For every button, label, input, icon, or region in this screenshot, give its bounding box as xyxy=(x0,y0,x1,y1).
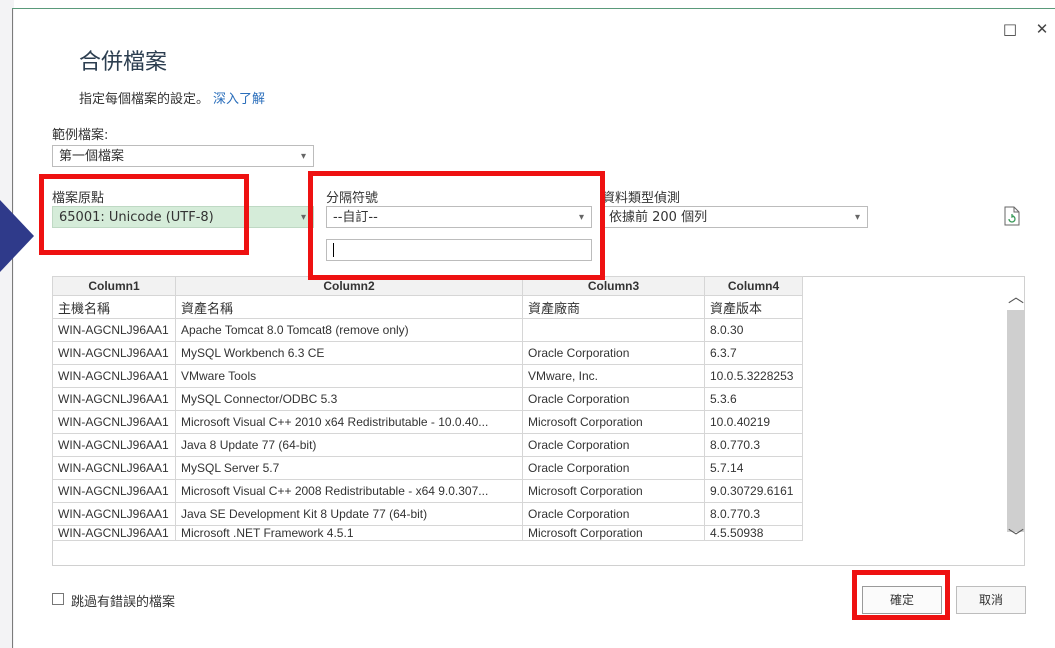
table-row: WIN-AGCNLJ96AA1 Java SE Development Kit … xyxy=(52,502,803,526)
type-detection-select[interactable]: 依據前 200 個列 ▾ xyxy=(602,206,868,228)
table-cell: Microsoft Corporation xyxy=(522,410,705,434)
type-detection-value: 依據前 200 個列 xyxy=(609,210,708,225)
table-cell: 10.0.5.3228253 xyxy=(704,364,803,388)
refresh-icon[interactable] xyxy=(1003,206,1021,226)
table-row: WIN-AGCNLJ96AA1 Microsoft Visual C++ 201… xyxy=(52,410,803,434)
column-header[interactable]: Column4 xyxy=(704,276,803,296)
sample-file-value: 第一個檔案 xyxy=(59,149,125,164)
cancel-button[interactable]: 取消 xyxy=(956,586,1026,614)
table-cell: Oracle Corporation xyxy=(522,433,705,457)
table-row: WIN-AGCNLJ96AA1 MySQL Connector/ODBC 5.3… xyxy=(52,387,803,411)
table-cell: Microsoft Visual C++ 2010 x64 Redistribu… xyxy=(175,410,523,434)
table-cell: 資產名稱 xyxy=(175,295,523,319)
table-cell: Oracle Corporation xyxy=(522,387,705,411)
table-row: WIN-AGCNLJ96AA1 Java 8 Update 77 (64-bit… xyxy=(52,433,803,457)
table-cell: WIN-AGCNLJ96AA1 xyxy=(52,433,176,457)
table-row: WIN-AGCNLJ96AA1 MySQL Server 5.7 Oracle … xyxy=(52,456,803,480)
table-cell: 主機名稱 xyxy=(52,295,176,319)
table-cell: 5.3.6 xyxy=(704,387,803,411)
table-cell: WIN-AGCNLJ96AA1 xyxy=(52,479,176,503)
highlight-box xyxy=(308,171,605,280)
table-cell: Apache Tomcat 8.0 Tomcat8 (remove only) xyxy=(175,318,523,342)
skip-errors-checkbox[interactable] xyxy=(52,593,64,605)
table-cell: Microsoft Corporation xyxy=(522,479,705,503)
table-cell: Microsoft .NET Framework 4.5.1 xyxy=(175,525,523,541)
table-cell: Oracle Corporation xyxy=(522,341,705,365)
sample-file-select[interactable]: 第一個檔案 ▾ xyxy=(52,145,314,167)
table-cell: 資產廠商 xyxy=(522,295,705,319)
table-cell: WIN-AGCNLJ96AA1 xyxy=(52,502,176,526)
table-cell: WIN-AGCNLJ96AA1 xyxy=(52,387,176,411)
dialog-subtitle: 指定每個檔案的設定。 深入了解 xyxy=(79,88,265,107)
preview-table: Column1 Column2 Column3 Column4 主機名稱 資產名… xyxy=(52,276,803,541)
table-cell: MySQL Workbench 6.3 CE xyxy=(175,341,523,365)
chevron-down-icon: ▾ xyxy=(300,151,306,162)
pointer-arrow-icon xyxy=(0,200,34,272)
learn-more-link[interactable]: 深入了解 xyxy=(213,92,265,107)
table-row: WIN-AGCNLJ96AA1 MySQL Workbench 6.3 CE O… xyxy=(52,341,803,365)
sample-file-label: 範例檔案: xyxy=(52,128,109,143)
table-cell: 5.7.14 xyxy=(704,456,803,480)
scrollbar-thumb[interactable] xyxy=(1007,310,1025,532)
close-icon[interactable]: ✕ xyxy=(1030,18,1054,40)
background-band xyxy=(0,0,14,648)
table-cell: VMware, Inc. xyxy=(522,364,705,388)
scroll-up-icon[interactable]: ︿ xyxy=(1007,287,1025,307)
chevron-down-icon: ▾ xyxy=(300,212,306,223)
table-cell: Java 8 Update 77 (64-bit) xyxy=(175,433,523,457)
table-cell: WIN-AGCNLJ96AA1 xyxy=(52,410,176,434)
table-cell: Oracle Corporation xyxy=(522,456,705,480)
column-header[interactable]: Column1 xyxy=(52,276,176,296)
table-row: WIN-AGCNLJ96AA1 Microsoft Visual C++ 200… xyxy=(52,479,803,503)
table-cell: WIN-AGCNLJ96AA1 xyxy=(52,318,176,342)
table-cell: 9.0.30729.6161 xyxy=(704,479,803,503)
table-cell: 8.0.770.3 xyxy=(704,502,803,526)
table-cell: Microsoft Visual C++ 2008 Redistributabl… xyxy=(175,479,523,503)
table-row: WIN-AGCNLJ96AA1 Apache Tomcat 8.0 Tomcat… xyxy=(52,318,803,342)
type-detection-label: 資料類型偵測 xyxy=(602,191,681,206)
table-cell: WIN-AGCNLJ96AA1 xyxy=(52,525,176,541)
window-top-border xyxy=(12,8,1055,9)
subtitle-text: 指定每個檔案的設定。 xyxy=(79,92,210,107)
table-cell: 8.0.770.3 xyxy=(704,433,803,457)
table-cell: WIN-AGCNLJ96AA1 xyxy=(52,364,176,388)
dialog-title: 合併檔案 xyxy=(79,50,168,75)
table-row: WIN-AGCNLJ96AA1 VMware Tools VMware, Inc… xyxy=(52,364,803,388)
skip-errors-label[interactable]: 跳過有錯誤的檔案 xyxy=(71,591,175,610)
table-row: WIN-AGCNLJ96AA1 Microsoft .NET Framework… xyxy=(52,525,803,541)
highlight-box xyxy=(852,570,950,620)
table-cell: 4.5.50938 xyxy=(704,525,803,541)
table-cell: MySQL Server 5.7 xyxy=(175,456,523,480)
table-cell: 10.0.40219 xyxy=(704,410,803,434)
table-cell: 8.0.30 xyxy=(704,318,803,342)
table-cell: Oracle Corporation xyxy=(522,502,705,526)
table-cell: MySQL Connector/ODBC 5.3 xyxy=(175,387,523,411)
table-cell: WIN-AGCNLJ96AA1 xyxy=(52,456,176,480)
scroll-down-icon[interactable]: ﹀ xyxy=(1007,527,1025,547)
table-cell: 6.3.7 xyxy=(704,341,803,365)
maximize-icon[interactable]: □ xyxy=(998,18,1022,40)
chevron-down-icon: ▾ xyxy=(854,212,860,223)
table-cell: 資產版本 xyxy=(704,295,803,319)
table-cell: WIN-AGCNLJ96AA1 xyxy=(52,341,176,365)
table-cell: VMware Tools xyxy=(175,364,523,388)
table-cell: Java SE Development Kit 8 Update 77 (64-… xyxy=(175,502,523,526)
table-row: 主機名稱 資產名稱 資產廠商 資產版本 xyxy=(52,295,803,319)
highlight-box xyxy=(39,174,249,255)
table-cell: Microsoft Corporation xyxy=(522,525,705,541)
table-cell xyxy=(522,318,705,342)
